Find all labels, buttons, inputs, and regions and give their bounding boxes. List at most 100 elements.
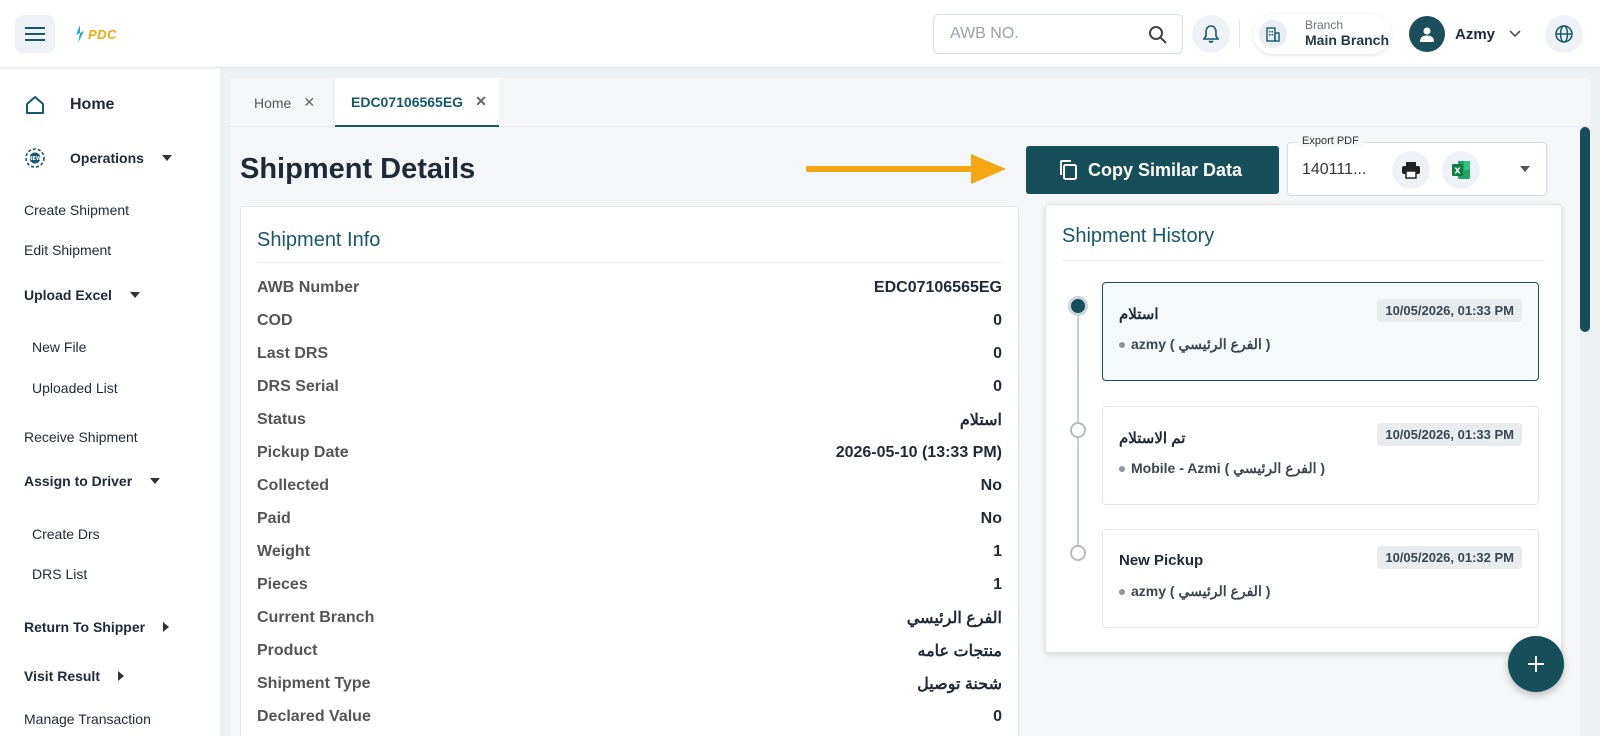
sidebar-label: Edit Shipment (24, 242, 112, 258)
info-row: Product منتجات عامه (257, 640, 1002, 662)
shipment-info-title: Shipment Info (257, 229, 381, 251)
info-key: Last DRS (257, 345, 329, 362)
info-value: No (980, 510, 1002, 527)
logo[interactable]: PDC (74, 22, 117, 46)
arrow-annotation-icon (806, 154, 1006, 184)
info-value: 0 (993, 378, 1002, 395)
history-event[interactable]: تم الاستلام 10/05/2026, 01:33 PM Mobile … (1102, 406, 1539, 505)
sidebar-item-home[interactable]: Home (24, 94, 114, 116)
event-title: استلام (1119, 306, 1159, 323)
info-row: Status استلام (257, 409, 1002, 431)
branch-selector[interactable]: Branch Main Branch (1253, 14, 1391, 54)
timeline-dot-active (1068, 296, 1088, 316)
sidebar-item-create-drs[interactable]: Create Drs (32, 526, 100, 542)
event-date: 10/05/2026, 01:32 PM (1377, 546, 1522, 569)
sidebar-label: Assign to Driver (24, 473, 133, 489)
info-row: Pickup Date 2026-05-10 (13:33 PM) (257, 442, 1002, 464)
print-icon (1402, 162, 1420, 179)
timeline-dot (1070, 545, 1086, 561)
info-row: Declared Value 0 (257, 706, 1002, 728)
language-button[interactable] (1545, 15, 1583, 53)
sidebar-item-drs-list[interactable]: DRS List (32, 566, 87, 582)
sidebar-label: Manage Transaction (24, 711, 151, 727)
awb-search (933, 14, 1183, 54)
sidebar-item-operations[interactable]: NEW Operations (24, 147, 172, 169)
close-icon[interactable]: ✕ (475, 93, 487, 110)
tab-shipment[interactable]: EDC07106565EG ✕ (335, 78, 499, 127)
info-row: AWB Number EDC07106565EG (257, 277, 1002, 299)
caret-down-icon (1520, 166, 1530, 172)
logo-text: PDC (88, 26, 117, 42)
sidebar-item-return-to-shipper[interactable]: Return To Shipper (24, 619, 170, 635)
excel-export-button[interactable]: X (1442, 151, 1480, 189)
sidebar-label: Return To Shipper (24, 619, 146, 635)
branch-name: Main Branch (1305, 32, 1390, 48)
info-value: No (980, 477, 1002, 494)
sidebar-item-assign-to-driver[interactable]: Assign to Driver (24, 473, 161, 489)
close-icon[interactable]: ✕ (303, 94, 315, 111)
operations-icon: NEW (25, 148, 45, 168)
sidebar: Home NEW Operations Create Shipment Edit… (0, 69, 220, 736)
add-button[interactable] (1508, 636, 1564, 692)
event-title: New Pickup (1119, 552, 1204, 569)
info-key: Collected (257, 477, 330, 494)
sidebar-item-upload-excel[interactable]: Upload Excel (24, 287, 140, 303)
shipment-history-card: Shipment History استلام 10/05/2026, 01:3… (1045, 204, 1562, 653)
sidebar-item-manage-transaction[interactable]: Manage Transaction (24, 711, 151, 727)
building-icon (1259, 20, 1287, 48)
info-key: Paid (257, 510, 291, 527)
caret-right-icon (118, 671, 124, 681)
event-user-text: Mobile - Azmi ( الفرع الرئيسي ) (1131, 460, 1326, 476)
sidebar-item-visit-result[interactable]: Visit Result (24, 668, 124, 684)
info-value: الفرع الرئيسي (906, 610, 1002, 627)
export-pdf-select[interactable]: Export PDF 140111... X (1287, 135, 1547, 196)
info-key: Declared Value (257, 708, 371, 725)
info-key: COD (257, 312, 293, 329)
info-key: Current Branch (257, 609, 375, 626)
bullet-icon (1119, 588, 1125, 595)
event-user-text: azmy ( الفرع الرئيسي ) (1131, 583, 1271, 599)
history-event[interactable]: New Pickup 10/05/2026, 01:32 PM azmy ( ا… (1102, 529, 1539, 628)
sidebar-label: Create Shipment (24, 202, 130, 218)
info-row: Collected No (257, 475, 1002, 497)
sidebar-item-create-shipment[interactable]: Create Shipment (24, 202, 129, 218)
info-key: Product (257, 642, 318, 659)
history-event[interactable]: استلام 10/05/2026, 01:33 PM azmy ( الفرع… (1102, 282, 1539, 381)
info-row: Paid No (257, 508, 1002, 530)
main-content: Shipment Details Copy Similar Data Expor… (230, 127, 1590, 736)
bell-icon (1203, 25, 1219, 43)
chevron-down-icon (1509, 30, 1521, 38)
info-value: 0 (993, 312, 1002, 329)
info-value: منتجات عامه (917, 643, 1002, 660)
sidebar-item-uploaded-list[interactable]: Uploaded List (32, 380, 118, 396)
scrollbar-thumb[interactable] (1580, 127, 1590, 332)
sidebar-item-new-file[interactable]: New File (32, 339, 86, 355)
user-menu[interactable]: Azmy (1409, 14, 1521, 54)
info-key: DRS Serial (257, 378, 339, 395)
menu-button[interactable] (15, 15, 55, 53)
info-value: 0 (993, 708, 1002, 725)
awb-search-input[interactable] (950, 25, 1140, 43)
info-key: AWB Number (257, 279, 360, 296)
info-value: 0 (993, 345, 1002, 362)
event-date: 10/05/2026, 01:33 PM (1377, 423, 1522, 446)
timeline-dot (1070, 422, 1086, 438)
sidebar-item-receive-shipment[interactable]: Receive Shipment (24, 429, 138, 445)
user-name: Azmy (1455, 25, 1496, 43)
info-row: COD 0 (257, 310, 1002, 332)
info-key: Status (257, 411, 306, 428)
bullet-icon (1119, 465, 1125, 472)
copy-button-label: Copy Similar Data (1088, 159, 1243, 180)
event-date: 10/05/2026, 01:33 PM (1377, 299, 1522, 322)
notifications-button[interactable] (1192, 15, 1230, 53)
info-value: شحنة توصيل (917, 676, 1002, 693)
tab-home[interactable]: Home ✕ (230, 78, 334, 127)
event-user: azmy ( الفرع الرئيسي ) (1119, 583, 1270, 600)
search-icon[interactable] (1148, 25, 1168, 45)
print-button[interactable] (1392, 151, 1430, 189)
info-row: Current Branch الفرع الرئيسي (257, 607, 1002, 629)
avatar (1409, 16, 1445, 52)
copy-similar-data-button[interactable]: Copy Similar Data (1026, 146, 1279, 194)
sidebar-item-edit-shipment[interactable]: Edit Shipment (24, 242, 111, 258)
info-key: Pickup Date (257, 444, 349, 461)
